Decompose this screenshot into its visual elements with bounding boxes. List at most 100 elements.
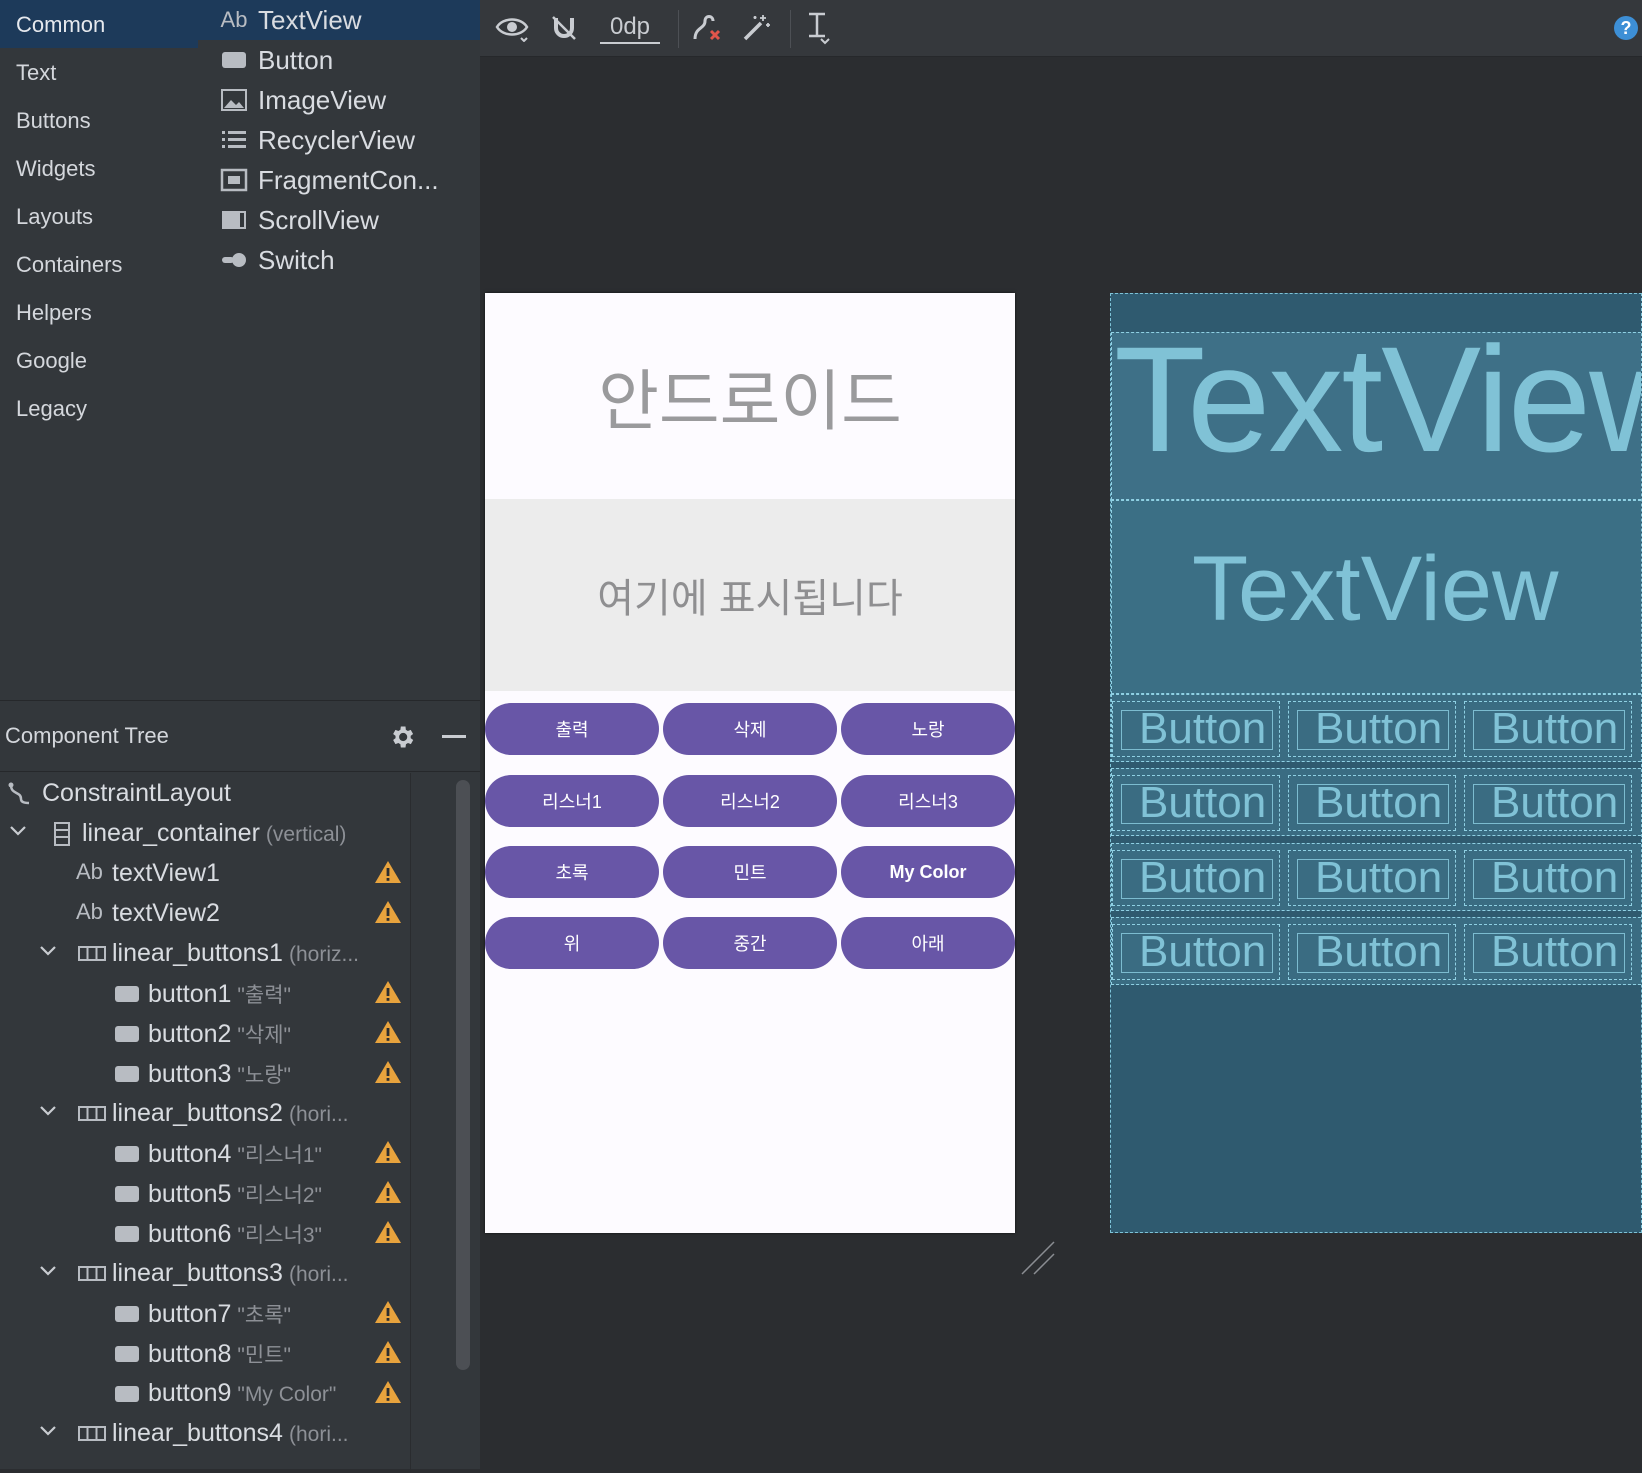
text-view-2[interactable]: 여기에 표시됩니다 (485, 499, 1015, 691)
warning-icon[interactable] (374, 1059, 402, 1085)
palette-category-common[interactable]: Common (0, 0, 198, 48)
chevron-down-icon[interactable] (38, 1101, 58, 1121)
tree-row[interactable]: button6 "리스너3" (0, 1213, 410, 1253)
tree-row[interactable]: linear_buttons1 (horiz... (0, 933, 410, 973)
tree-row[interactable]: linear_buttons2 (hori... (0, 1093, 410, 1133)
blueprint-button-11[interactable]: Button (1288, 924, 1456, 980)
palette-category-text[interactable]: Text (0, 48, 198, 96)
tree-row[interactable]: Ab textView2 (0, 893, 410, 933)
tree-row[interactable]: linear_container (vertical) (0, 813, 410, 853)
blueprint-button-8[interactable]: Button (1288, 850, 1456, 906)
tree-row[interactable]: linear_buttons3 (hori... (0, 1253, 410, 1293)
view-options-button[interactable] (492, 10, 532, 46)
chevron-down-icon[interactable] (38, 1261, 58, 1281)
warning-icon[interactable] (374, 1379, 402, 1405)
resize-handle-icon[interactable] (1020, 1240, 1056, 1276)
tree-row[interactable]: linear_buttons4 (hori... (0, 1413, 410, 1453)
tree-row-label: linear_buttons4 (hori... (112, 1419, 348, 1448)
tree-row[interactable]: button3 "노랑" (0, 1053, 410, 1093)
design-surface[interactable]: 안드로이드 여기에 표시됩니다 출력 삭제 노랑리스너1 리스너2 리스너3 초록 민트 My… (485, 293, 1015, 1233)
palette-category-google[interactable]: Google (0, 336, 198, 384)
design-button-11[interactable]: 중간 (663, 917, 837, 969)
blueprint-button-6[interactable]: Button (1464, 775, 1632, 831)
tree-row[interactable]: button9 "My Color" (0, 1373, 410, 1413)
design-button-8[interactable]: 민트 (663, 846, 837, 898)
blueprint-button-1[interactable]: Button (1112, 701, 1280, 757)
tree-scrollbar[interactable] (456, 780, 470, 1370)
design-button-10[interactable]: 위 (485, 917, 659, 969)
design-button-12[interactable]: 아래 (841, 917, 1015, 969)
blueprint-text-view-2[interactable]: TextView (1111, 500, 1641, 694)
chevron-down-icon[interactable] (38, 1421, 58, 1441)
blueprint-button-3[interactable]: Button (1464, 701, 1632, 757)
default-margin-button[interactable]: 0dp (590, 10, 670, 46)
guidelines-button[interactable] (798, 10, 838, 46)
palette-category-helpers[interactable]: Helpers (0, 288, 198, 336)
warning-icon[interactable] (374, 1019, 402, 1045)
warning-icon[interactable] (374, 859, 402, 885)
tree-row[interactable]: button2 "삭제" (0, 1013, 410, 1053)
blueprint-surface[interactable]: TextView TextView Button Button Button Butt… (1110, 293, 1642, 1233)
warning-icon[interactable] (374, 1219, 402, 1245)
tree-row-hint: (hori... (288, 1103, 349, 1126)
warning-icon[interactable] (374, 1339, 402, 1365)
blueprint-button-4[interactable]: Button (1112, 775, 1280, 831)
button-icon (112, 981, 142, 1005)
minimize-icon[interactable] (442, 735, 466, 738)
blueprint-button-7[interactable]: Button (1112, 850, 1280, 906)
design-button-5[interactable]: 리스너2 (663, 775, 837, 827)
palette-widget-button[interactable]: Button (198, 40, 480, 80)
palette-category-layouts[interactable]: Layouts (0, 192, 198, 240)
infer-constraints-button[interactable] (736, 10, 776, 46)
tree-row[interactable]: Ab textView1 (0, 853, 410, 893)
help-icon[interactable]: ? (1614, 16, 1638, 40)
design-button-3[interactable]: 노랑 (841, 703, 1015, 755)
tree-row-label: ConstraintLayout (42, 779, 231, 808)
palette-category-containers[interactable]: Containers (0, 240, 198, 288)
palette-widget-fragmentcon[interactable]: FragmentCon... (198, 160, 480, 200)
text-view-1[interactable]: 안드로이드 (485, 293, 1015, 499)
palette-category-widgets[interactable]: Widgets (0, 144, 198, 192)
warning-icon[interactable] (374, 979, 402, 1005)
tree-row-label: button6 "리스너3" (148, 1219, 322, 1249)
tree-row[interactable]: button1 "출력" (0, 973, 410, 1013)
tree-row[interactable]: button5 "리스너2" (0, 1173, 410, 1213)
design-button-7[interactable]: 초록 (485, 846, 659, 898)
warning-icon[interactable] (374, 1299, 402, 1325)
warning-icon[interactable] (374, 899, 402, 925)
tree-row[interactable]: button4 "리스너1" (0, 1133, 410, 1173)
component-tree-title: Component Tree (5, 723, 169, 748)
palette-widget-textview[interactable]: Ab TextView (198, 0, 480, 40)
design-button-9[interactable]: My Color (841, 846, 1015, 898)
palette-widget-scrollview[interactable]: ScrollView (198, 200, 480, 240)
tree-row-label: button1 "출력" (148, 979, 291, 1009)
tree-row[interactable]: button8 "민트" (0, 1333, 410, 1373)
warning-icon[interactable] (374, 1179, 402, 1205)
tree-row-hint: "My Color" (237, 1383, 337, 1406)
clear-constraints-button[interactable] (688, 10, 728, 46)
design-button-4[interactable]: 리스너1 (485, 775, 659, 827)
chevron-down-icon[interactable] (8, 821, 28, 841)
blueprint-button-12[interactable]: Button (1464, 924, 1632, 980)
palette-widget-recyclerview[interactable]: RecyclerView (198, 120, 480, 160)
autoconnect-button[interactable] (544, 10, 584, 46)
design-button-2[interactable]: 삭제 (663, 703, 837, 755)
tree-row[interactable]: button7 "초록" (0, 1293, 410, 1333)
blueprint-button-9[interactable]: Button (1464, 850, 1632, 906)
blueprint-text-view-1[interactable]: TextView (1111, 315, 1641, 500)
warning-icon[interactable] (374, 1139, 402, 1165)
design-button-1[interactable]: 출력 (485, 703, 659, 755)
design-button-6[interactable]: 리스너3 (841, 775, 1015, 827)
palette-widget-imageview[interactable]: ImageView (198, 80, 480, 120)
blueprint-button-2[interactable]: Button (1288, 701, 1456, 757)
ab-text-icon: Ab (220, 7, 248, 32)
gear-icon[interactable] (388, 723, 416, 751)
palette-widget-switch[interactable]: Switch (198, 240, 480, 280)
tree-row-label: textView1 (112, 859, 220, 888)
blueprint-button-10[interactable]: Button (1112, 924, 1280, 980)
blueprint-button-5[interactable]: Button (1288, 775, 1456, 831)
chevron-down-icon[interactable] (38, 941, 58, 961)
palette-category-buttons[interactable]: Buttons (0, 96, 198, 144)
tree-row[interactable]: ConstraintLayout (0, 773, 410, 813)
palette-category-legacy[interactable]: Legacy (0, 384, 198, 432)
